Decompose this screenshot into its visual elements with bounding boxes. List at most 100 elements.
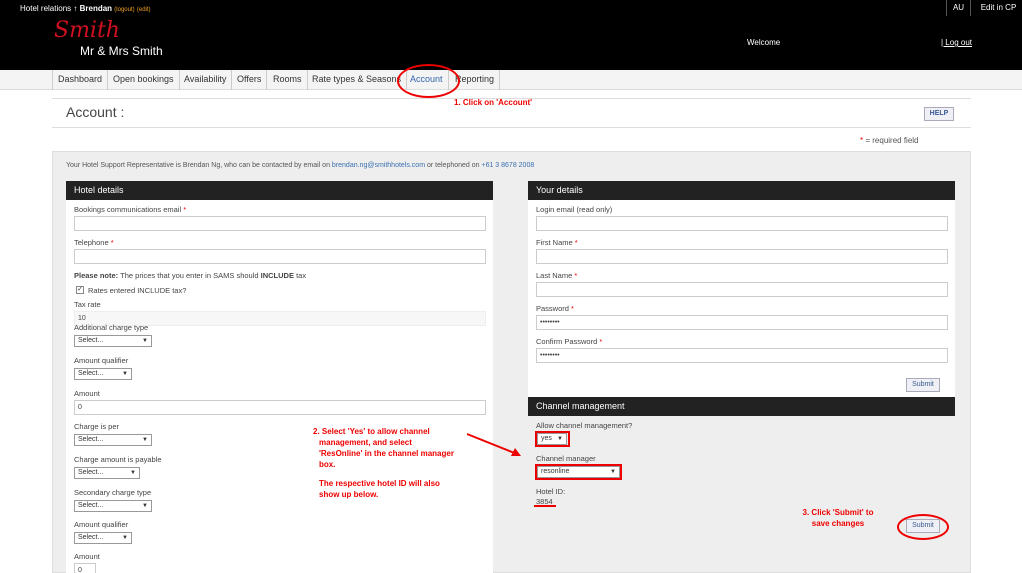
rep-phone-link[interactable]: +61 3 8678 2008 (481, 162, 534, 169)
charge-payable-value: Select... (78, 469, 104, 476)
rep-middle: or telephoned on (426, 162, 480, 169)
annotation-step2: 2. Select 'Yes' to allow channel managem… (313, 426, 483, 500)
tab-offers[interactable]: Offers (232, 70, 268, 90)
telephone-label-text: Telephone (74, 238, 109, 247)
page-title: Account : (66, 104, 125, 120)
annotation-arrow-icon (466, 433, 521, 456)
amount-qualifier-label: Amount qualifier (74, 356, 129, 365)
required-text: = required field (865, 136, 919, 145)
top-header: Hotel relations ↑ Brendan (logout) (edit… (0, 0, 1022, 70)
bookings-email-label-text: Bookings communications email (74, 205, 182, 214)
annotation-step3: 3. Click 'Submit' to save changes (799, 507, 877, 529)
annotation-circle-account (397, 64, 460, 98)
annotation-circle-submit (897, 514, 949, 540)
annotation-box-allow (535, 431, 570, 447)
rates-include-tax-label: Rates entered INCLUDE tax? (88, 286, 187, 295)
password-label-text: Password (536, 304, 569, 313)
help-button[interactable]: HELP (924, 107, 954, 121)
confirm-password-label-text: Confirm Password (536, 337, 598, 346)
support-rep-line: Your Hotel Support Representative is Bre… (66, 162, 534, 169)
check-icon: ✓ (77, 286, 83, 293)
bookings-email-input[interactable] (74, 216, 486, 231)
price-note: Please note: The prices that you enter i… (74, 271, 306, 280)
add-charge-type-select[interactable]: Select... ▼ (74, 335, 152, 347)
tab-dashboard[interactable]: Dashboard (52, 70, 109, 90)
first-name-input[interactable] (536, 249, 948, 264)
annotation-underline-hotel-id (534, 505, 556, 507)
region-link[interactable]: AU (946, 0, 971, 16)
logo[interactable]: Smith Mr & Mrs Smith (50, 18, 180, 60)
arrow-icon: ↑ (73, 4, 78, 13)
confirm-password-input[interactable]: •••••••• (536, 348, 948, 363)
channel-manager-label: Channel manager (536, 454, 596, 463)
note-text: The prices that you enter in SAMS should (120, 271, 259, 280)
login-email-input (536, 216, 948, 231)
chevron-down-icon: ▼ (122, 371, 128, 377)
amount-qualifier2-select[interactable]: Select... ▼ (74, 532, 132, 544)
charge-payable-label: Charge amount is payable (74, 455, 162, 464)
password-label: Password * (536, 304, 574, 313)
rates-include-tax-checkbox[interactable]: ✓ (76, 286, 84, 294)
tab-availability[interactable]: Availability (179, 70, 233, 90)
chevron-down-icon: ▼ (142, 503, 148, 509)
charge-per-select[interactable]: Select... ▼ (74, 434, 152, 446)
hotel-details-heading: Hotel details (66, 181, 493, 200)
tax-rate-label: Tax rate (74, 300, 101, 309)
annotation-step3-line1: 3. Click 'Submit' to (802, 508, 874, 517)
annotation-box-manager (535, 464, 622, 480)
required-star: * (110, 238, 114, 247)
tab-open-bookings[interactable]: Open bookings (108, 70, 180, 90)
note-include: INCLUDE (260, 271, 294, 280)
annotation-step2-line5: The respective hotel ID will also (319, 479, 440, 488)
small-logout-link[interactable]: (logout) (114, 7, 134, 13)
app-label: Hotel relations (20, 4, 72, 13)
first-name-label-text: First Name (536, 238, 573, 247)
amount2-input[interactable]: 0 (74, 563, 96, 573)
hotel-id-label: Hotel ID: (536, 487, 566, 496)
secondary-type-label: Secondary charge type (74, 488, 152, 497)
last-name-label-text: Last Name (536, 271, 573, 280)
rep-prefix: Your Hotel Support Representative is Bre… (66, 162, 330, 169)
main-nav: Dashboard Open bookings Availability Off… (0, 70, 1022, 90)
annotation-step2-line3: 'ResOnline' in the channel manager (319, 449, 454, 458)
note-tax: tax (296, 271, 307, 280)
your-details-heading: Your details (528, 181, 955, 200)
charge-payable-select[interactable]: Select... ▼ (74, 467, 140, 479)
login-email-label: Login email (read only) (536, 205, 613, 214)
required-star: * (571, 304, 574, 313)
amount-qualifier-select[interactable]: Select... ▼ (74, 368, 132, 380)
chevron-down-icon: ▼ (122, 535, 128, 541)
allow-channel-label: Allow channel management? (536, 421, 633, 430)
last-name-input[interactable] (536, 282, 948, 297)
confirm-password-label: Confirm Password * (536, 337, 602, 346)
charge-per-label: Charge is per (74, 422, 120, 431)
amount-input[interactable]: 0 (74, 400, 486, 415)
last-name-label: Last Name * (536, 271, 577, 280)
rep-email-link[interactable]: brendan.ng@smithhotels.com (332, 162, 425, 169)
tab-rate-types[interactable]: Rate types & Seasons (307, 70, 408, 90)
small-edit-link[interactable]: (edit) (137, 7, 151, 13)
required-star: * (860, 136, 864, 145)
edit-in-cp-link[interactable]: Edit in CP (975, 0, 1022, 16)
secondary-type-select[interactable]: Select... ▼ (74, 500, 152, 512)
secondary-type-value: Select... (78, 502, 104, 509)
logout-link[interactable]: | Log out (941, 38, 972, 47)
amount2-label: Amount (74, 552, 100, 561)
required-star: * (574, 238, 578, 247)
amount-qualifier2-value: Select... (78, 534, 104, 541)
required-star: * (574, 271, 578, 280)
annotation-step2-line2: management, and select (319, 438, 412, 447)
chevron-down-icon: ▼ (142, 338, 148, 344)
your-details-submit-button[interactable]: Submit (906, 378, 940, 392)
logo-script: Smith (54, 18, 120, 43)
amount-qualifier-value: Select... (78, 370, 104, 377)
telephone-input[interactable] (74, 249, 486, 264)
title-bar (52, 98, 971, 128)
tab-rooms[interactable]: Rooms (268, 70, 308, 90)
add-charge-type-value: Select... (78, 337, 104, 344)
password-input[interactable]: •••••••• (536, 315, 948, 330)
telephone-label: Telephone * (74, 238, 114, 247)
chevron-down-icon: ▼ (130, 470, 136, 476)
chevron-down-icon: ▼ (142, 437, 148, 443)
note-bold: Please note: (74, 271, 119, 280)
